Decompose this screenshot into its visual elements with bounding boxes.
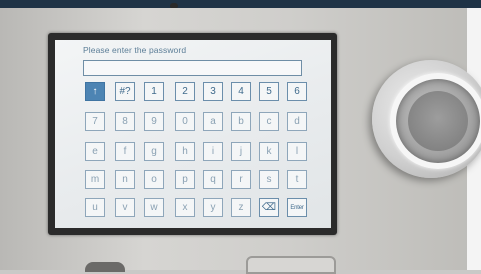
key-6[interactable]: 6 xyxy=(287,82,307,101)
key-shift[interactable]: ↑ xyxy=(85,82,105,101)
key-r[interactable]: r xyxy=(231,170,251,189)
key-9[interactable]: 9 xyxy=(144,112,164,131)
key-enter[interactable]: Enter xyxy=(287,198,307,217)
key-q[interactable]: q xyxy=(203,170,223,189)
key-l[interactable]: l xyxy=(287,142,307,161)
password-input[interactable] xyxy=(83,60,302,76)
key-i[interactable]: i xyxy=(203,142,223,161)
password-prompt: Please enter the password xyxy=(83,45,187,55)
key-4[interactable]: 4 xyxy=(231,82,251,101)
key-3[interactable]: 3 xyxy=(203,82,223,101)
key-j[interactable]: j xyxy=(231,142,251,161)
key-y[interactable]: y xyxy=(203,198,223,217)
key-n[interactable]: n xyxy=(115,170,135,189)
key-1[interactable]: 1 xyxy=(144,82,164,101)
key-c[interactable]: c xyxy=(259,112,279,131)
top-bar xyxy=(0,0,481,9)
key-h[interactable]: h xyxy=(175,142,195,161)
key-v[interactable]: v xyxy=(115,198,135,217)
key-m[interactable]: m xyxy=(85,170,105,189)
key-z[interactable]: z xyxy=(231,198,251,217)
key-a[interactable]: a xyxy=(203,112,223,131)
key-f[interactable]: f xyxy=(115,142,135,161)
key-u[interactable]: u xyxy=(85,198,105,217)
key-t[interactable]: t xyxy=(287,170,307,189)
key-b[interactable]: b xyxy=(231,112,251,131)
key-d[interactable]: d xyxy=(287,112,307,131)
bottom-dark-button[interactable] xyxy=(85,262,125,272)
key-o[interactable]: o xyxy=(144,170,164,189)
key-s[interactable]: s xyxy=(259,170,279,189)
bottom-button[interactable] xyxy=(246,256,336,274)
key-e[interactable]: e xyxy=(85,142,105,161)
key-0[interactable]: 0 xyxy=(175,112,195,131)
key-7[interactable]: 7 xyxy=(85,112,105,131)
rotary-knob-center xyxy=(408,91,468,151)
key-symbols[interactable]: #? xyxy=(115,82,135,101)
key-k[interactable]: k xyxy=(259,142,279,161)
key-w[interactable]: w xyxy=(144,198,164,217)
key-5[interactable]: 5 xyxy=(259,82,279,101)
key-p[interactable]: p xyxy=(175,170,195,189)
key-2[interactable]: 2 xyxy=(175,82,195,101)
key-8[interactable]: 8 xyxy=(115,112,135,131)
key-g[interactable]: g xyxy=(144,142,164,161)
key-backspace[interactable]: ⌫ xyxy=(259,198,279,217)
key-x[interactable]: x xyxy=(175,198,195,217)
